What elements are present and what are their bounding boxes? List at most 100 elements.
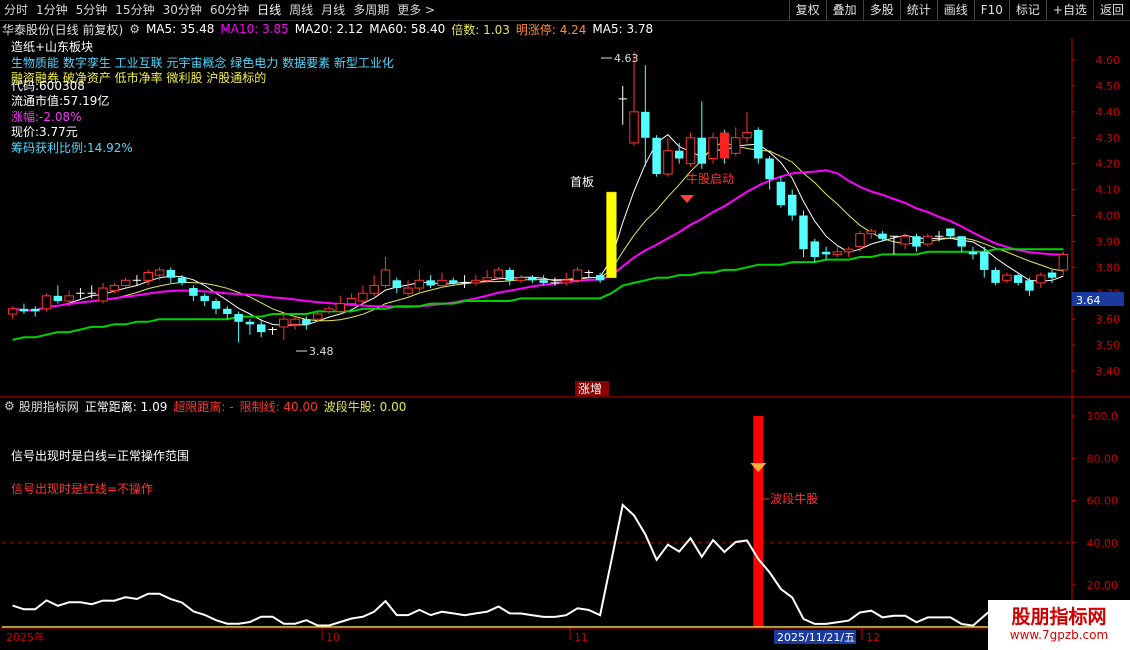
- candle-body: [1047, 272, 1057, 278]
- candle-body: [980, 251, 989, 270]
- price-axis-label: 3.80: [1096, 261, 1121, 274]
- sub-axis-label: 80.00: [1087, 452, 1119, 465]
- candle-body: [663, 150, 673, 175]
- logo-title: 股朋指标网: [1011, 606, 1107, 628]
- candle-body: [742, 132, 752, 139]
- sub-axis-label: 40.00: [1087, 537, 1119, 550]
- candle-body: [154, 269, 165, 276]
- candle-body: [991, 269, 1000, 283]
- candle-body: [866, 230, 877, 235]
- candle-body: [878, 233, 887, 239]
- first-board-label: 首板: [570, 175, 594, 189]
- candle-body: [821, 251, 831, 255]
- ma20-value: MA20: 2.12: [294, 22, 364, 36]
- date-month-10: 10: [326, 631, 340, 644]
- price-axis-label: 4.30: [1096, 132, 1121, 145]
- candle-body: [189, 288, 198, 296]
- candle-body: [810, 241, 820, 257]
- candle-body: [223, 308, 232, 314]
- candle-body: [380, 269, 391, 286]
- candle-body: [1036, 274, 1046, 284]
- candle-body: [346, 297, 357, 305]
- candle-body: [426, 280, 435, 286]
- candle-body: [482, 277, 492, 281]
- candle-body: [900, 235, 910, 245]
- candle-body: [957, 236, 966, 247]
- candle-body: [730, 137, 741, 154]
- candle-body: [53, 295, 63, 302]
- candle-body: [1013, 275, 1023, 283]
- toolbar-button-8[interactable]: 返回: [1092, 0, 1130, 20]
- candle-body: [279, 318, 289, 328]
- toolbar-button-0[interactable]: 复权: [788, 0, 826, 20]
- toolbar-button-1[interactable]: 叠加: [825, 0, 863, 20]
- note-red: 信号出现时是红线=不操作: [11, 481, 153, 496]
- period-tab-1[interactable]: 1分钟: [32, 0, 72, 20]
- period-tab-0[interactable]: 分时: [0, 0, 32, 20]
- candle-body: [369, 284, 379, 294]
- candle-body: [7, 308, 18, 315]
- ma10-value: MA10: 3.85: [220, 22, 289, 36]
- period-tab-7[interactable]: 周线: [285, 0, 317, 20]
- cursor-date: 2025/11/21/五: [777, 631, 855, 644]
- bull-signal-candle: [719, 132, 729, 159]
- period-tab-6[interactable]: 日线: [253, 0, 285, 20]
- candle-body: [923, 235, 933, 245]
- wave-bull-label: 波段牛股: [770, 491, 818, 506]
- period-tab-8[interactable]: 月线: [317, 0, 349, 20]
- candle-body: [493, 269, 504, 279]
- ma5b-value: MA5: 3.78: [592, 22, 654, 36]
- period-tab-5[interactable]: 60分钟: [206, 0, 253, 20]
- candle-body: [449, 280, 458, 283]
- candle-body: [685, 137, 696, 165]
- high-label: 4.63: [614, 52, 639, 65]
- right-toolbar: 复权 叠加 多股 统计 画线 F10 标记 +自选 返回: [788, 0, 1130, 20]
- price-axis-label: 3.40: [1096, 365, 1121, 378]
- signal-diamond-icon: [750, 463, 767, 472]
- date-month-11: 11: [574, 631, 588, 644]
- candle-body: [595, 275, 605, 281]
- candle-body: [787, 194, 797, 216]
- candle-body: [471, 279, 481, 284]
- period-tab-4[interactable]: 30分钟: [159, 0, 206, 20]
- price-axis-label: 4.00: [1096, 210, 1121, 223]
- bull-start-label: 牛股启动: [686, 171, 734, 186]
- price-axis-label: 4.60: [1096, 54, 1121, 67]
- price-axis-label: 4.20: [1096, 158, 1121, 171]
- candle-body: [832, 251, 843, 255]
- date-month-12: 12: [866, 631, 880, 644]
- toolbar-button-6[interactable]: 标记: [1008, 0, 1046, 20]
- period-tab-2[interactable]: 5分钟: [72, 0, 112, 20]
- candle-body: [561, 279, 571, 284]
- candle-body: [641, 111, 650, 138]
- period-tab-9[interactable]: 多周期: [349, 0, 393, 20]
- candle-body: [505, 269, 514, 281]
- period-tab-3[interactable]: 15分钟: [111, 0, 158, 20]
- ma60-line: [12, 248, 1064, 341]
- candle-body: [324, 308, 334, 312]
- candle-body: [414, 279, 425, 289]
- candle-body: [120, 279, 131, 286]
- toolbar-button-3[interactable]: 统计: [899, 0, 937, 20]
- kline-chart[interactable]: 波段牛股 4.60 4.50 4.40 4.30 4.20 4.10 4.00 3.90 3.8…: [0, 38, 1130, 650]
- candle-body: [358, 292, 368, 302]
- note-white: 信号出现时是白线=正常操作范围: [11, 448, 189, 463]
- candle-body: [652, 137, 661, 175]
- candle-body: [912, 236, 921, 247]
- low-label: 3.48: [309, 345, 334, 358]
- toolbar-button-5[interactable]: F10: [973, 0, 1009, 20]
- candle-body: [855, 233, 865, 248]
- candle-body: [335, 303, 346, 312]
- toolbar-button-2[interactable]: 多股: [862, 0, 900, 20]
- toolbar-button-4[interactable]: 画线: [936, 0, 974, 20]
- first-board-candle: [606, 192, 617, 278]
- candle-body: [245, 321, 255, 325]
- candle-body: [799, 215, 808, 250]
- candle-body: [392, 280, 402, 289]
- ma60-value: MA60: 58.40: [369, 22, 446, 36]
- period-tab-10[interactable]: 更多 >: [393, 0, 439, 20]
- settings-icon[interactable]: ⚙: [129, 22, 140, 36]
- toolbar-button-7[interactable]: +自选: [1045, 0, 1093, 20]
- signal-bar: [753, 416, 764, 628]
- candle-body: [19, 308, 29, 312]
